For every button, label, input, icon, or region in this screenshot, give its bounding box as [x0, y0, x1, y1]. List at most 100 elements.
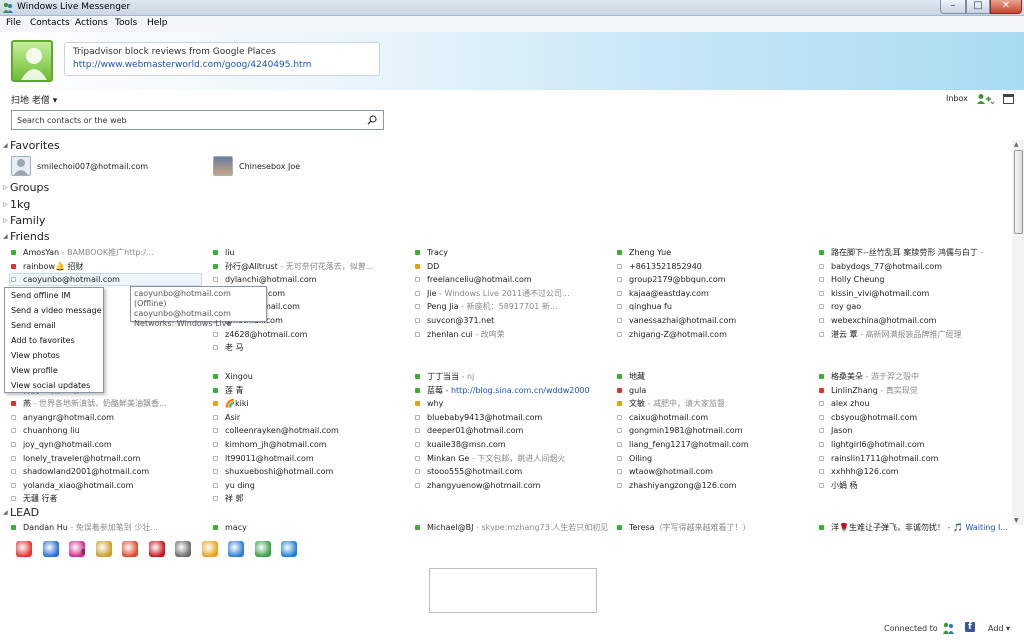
contact-name: Dandan Hu - 免误着参加笔到 少壮... — [23, 522, 158, 533]
contact-display-name: Tracy — [427, 248, 449, 257]
contact-name: caoyunbo@hotmail.com — [23, 274, 120, 285]
contact-display-name: vanessazhai@hotmail.com — [629, 316, 737, 325]
contact-name: qinghua fu — [629, 301, 672, 312]
context-menu-item[interactable]: View profile — [11, 366, 58, 375]
scroll-down-arrow[interactable]: ▼ — [1014, 517, 1019, 524]
group-groups[interactable]: ▷ Groups — [3, 181, 49, 194]
user-avatar[interactable] — [11, 40, 53, 82]
menu-actions[interactable]: Actions — [75, 18, 108, 28]
contact-name: alex zhou — [831, 398, 869, 409]
contact-name: 孙行@Alltrust - 无可奈何花落去，似曾... — [225, 261, 373, 272]
car-icon[interactable] — [148, 541, 165, 557]
advertisement-box[interactable] — [429, 568, 597, 613]
arrow-icon[interactable] — [201, 541, 218, 557]
contact-display-name: why — [427, 399, 444, 409]
group-family[interactable]: ▷ Family — [3, 214, 45, 227]
contact-name: shuxueboshi@hotmail.com — [225, 466, 333, 477]
windows-live-butterfly-icon[interactable] — [16, 541, 32, 557]
status-online-icon — [819, 250, 824, 255]
house-icon[interactable] — [175, 541, 191, 557]
contact-display-name: Asir — [225, 412, 241, 422]
contact-personal-link[interactable]: - http://blog.sina.com.cn/wddw2000 — [443, 386, 590, 395]
contact-name: anyangr@hotmail.com — [23, 412, 114, 423]
status-online-icon — [11, 525, 16, 530]
contact-display-name: DD — [427, 261, 440, 271]
character-icon[interactable] — [95, 541, 112, 557]
group-favorites[interactable]: ◢ Favorites — [3, 139, 60, 152]
personal-message-link[interactable]: http://www.webmasterworld.com/goog/42404… — [73, 60, 311, 70]
contact-name: Oiling — [629, 453, 652, 464]
contact-display-name: liang_feng1217@hotmail.com — [629, 439, 749, 449]
contact-display-name: liu — [225, 248, 235, 257]
photo-gallery-icon[interactable] — [254, 541, 271, 557]
context-menu-item[interactable]: Send email — [11, 321, 56, 330]
facebook-icon[interactable]: f — [965, 622, 975, 632]
status-offline-icon — [819, 318, 824, 323]
contact-display-name: rainbow🔔 招财 — [23, 261, 84, 271]
contact-display-name: yu ding — [225, 480, 255, 490]
minimize-button[interactable]: – — [940, 0, 966, 14]
status-online-icon — [819, 373, 824, 379]
contact-display-name: 小娟 杨 — [831, 480, 858, 490]
menu-contacts[interactable]: Contacts — [30, 18, 70, 28]
contact-display-name: kimhom_jh@hotmail.com — [225, 439, 327, 449]
status-offline-icon — [617, 277, 622, 283]
user-display-name[interactable]: 扫地 老僧 ▾ — [11, 93, 57, 106]
contact-display-name: Jason — [831, 426, 853, 436]
inbox-link[interactable]: Inbox — [946, 94, 968, 103]
scroll-up-arrow[interactable]: ▲ — [1014, 141, 1019, 148]
contact-name: yolanda_xiao@hotmail.com — [23, 480, 133, 491]
status-offline-icon — [415, 290, 420, 296]
maximize-button[interactable]: □ — [966, 0, 990, 14]
close-button[interactable]: ✕ — [990, 0, 1022, 14]
context-menu-item[interactable]: Send a video message — [11, 306, 101, 315]
add-contact-icon[interactable] — [976, 93, 994, 105]
context-menu-item[interactable]: View social updates — [11, 381, 90, 390]
windows-flag-icon[interactable] — [281, 541, 297, 557]
messenger-icon — [3, 2, 13, 13]
search-icon[interactable] — [367, 115, 377, 125]
status-away-icon — [617, 401, 622, 407]
contact-name: 湛云 覃 - 高新网满报装品牌推广經理 — [831, 329, 962, 340]
context-menu-item[interactable]: View photos — [11, 351, 60, 360]
contact-name: webexchina@hotmail.com — [831, 315, 936, 326]
contact-display-name: webexchina@hotmail.com — [831, 316, 937, 325]
menu-file[interactable]: File — [6, 18, 21, 28]
mail-icon[interactable]: 6 — [69, 541, 85, 557]
contact-display-name: lightgirl6@hotmail.com — [831, 439, 925, 449]
status-offline-icon — [819, 469, 824, 475]
contact-display-name: yolanda_xiao@hotmail.com — [23, 480, 134, 490]
help-icon[interactable] — [42, 541, 59, 557]
messenger-network-icon[interactable] — [942, 622, 956, 634]
group-1kg[interactable]: ▷ 1kg — [3, 198, 30, 211]
status-offline-icon — [415, 469, 420, 475]
context-menu-item[interactable]: Send offline IM — [11, 291, 70, 300]
search-input[interactable] — [17, 114, 357, 126]
menu-help[interactable]: Help — [147, 18, 168, 28]
games-icon[interactable] — [122, 541, 138, 557]
contact-display-name: kajaa@eastday.com — [629, 288, 709, 298]
group-friends[interactable]: ◢ Friends — [3, 230, 50, 243]
contact-display-name: gula — [629, 385, 647, 395]
group-lead[interactable]: ◢ LEAD — [3, 506, 39, 519]
window-title: Windows Live Messenger — [17, 2, 131, 12]
contact-display-name: stooo555@hotmail.com — [427, 467, 523, 477]
contact-display-name: gongmin1981@hotmail.com — [629, 426, 743, 436]
personal-message-box[interactable]: Tripadvisor block reviews from Google Pl… — [64, 42, 380, 76]
layout-icon[interactable] — [1003, 94, 1014, 104]
contact-display-name: Teresa — [629, 523, 655, 532]
contact-personal-link[interactable]: - 🎵 Waiting I... — [945, 523, 1009, 532]
contact-name: Teresa（字写得越来越难看了！） — [629, 522, 751, 533]
blog-icon[interactable] — [228, 541, 244, 557]
contact-name: zhenlan cui - 改鸣荣 — [427, 329, 505, 340]
scrollbar-thumb[interactable] — [1014, 150, 1023, 234]
contact-name: 洋🌹生难让子弹飞，非诚勿扰！ - 🎵 Waiting I... — [831, 522, 1008, 533]
add-network-button[interactable]: Add ▾ — [988, 624, 1010, 633]
context-menu-item[interactable]: Add to favorites — [11, 336, 75, 345]
contact-personal-message: - 真实现觉 — [877, 385, 918, 395]
status-offline-icon — [617, 304, 622, 310]
menu-tools[interactable]: Tools — [115, 18, 137, 28]
status-offline-icon — [11, 414, 16, 420]
search-box[interactable] — [11, 110, 384, 130]
contact-name: kajaa@eastday.com — [629, 288, 709, 299]
